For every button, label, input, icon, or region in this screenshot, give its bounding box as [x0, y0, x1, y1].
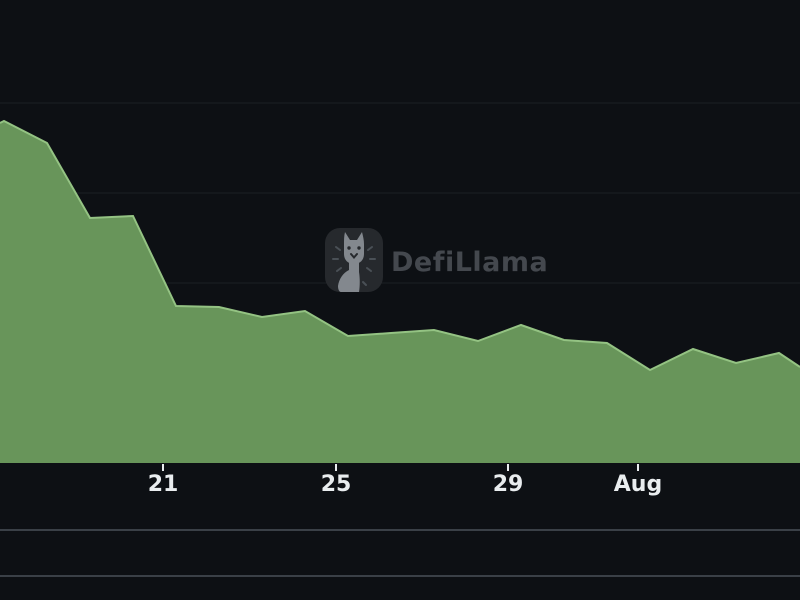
x-axis-tick — [637, 464, 639, 471]
x-axis-tick — [162, 464, 164, 471]
x-axis-tick — [507, 464, 509, 471]
x-axis-label-21: 21 — [148, 472, 179, 497]
divider-line-bottom — [0, 575, 800, 577]
x-axis-label-29: 29 — [493, 472, 524, 497]
x-axis-tick — [335, 464, 337, 471]
x-axis-label-25: 25 — [321, 472, 352, 497]
x-axis-label-aug: Aug — [614, 472, 662, 497]
divider-line-top — [0, 529, 800, 531]
x-axis: 21 25 29 Aug — [0, 0, 800, 600]
chart-panel: DefiLlama 212529Aug — [0, 0, 800, 600]
